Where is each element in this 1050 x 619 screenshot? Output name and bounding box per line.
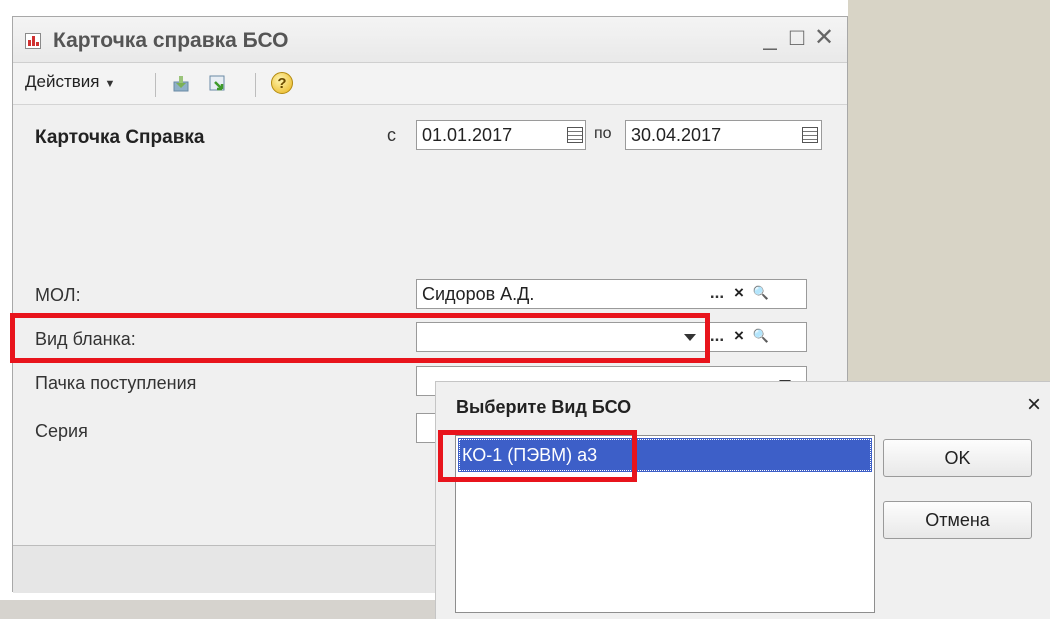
close-icon[interactable]: × (1027, 391, 1041, 419)
app-icon (25, 33, 41, 49)
to-label: по (594, 125, 612, 142)
cancel-button[interactable]: Отмена (883, 501, 1032, 539)
search-icon[interactable]: 🔍 (751, 323, 771, 351)
toolbar-separator (255, 73, 256, 97)
select-button[interactable]: ... (707, 323, 727, 351)
series-label: Серия (35, 421, 88, 441)
to-date-field[interactable]: 30.04.2017 (625, 120, 822, 150)
from-date-field[interactable]: 01.01.2017 (416, 120, 586, 150)
minimize-button[interactable]: _ (757, 25, 783, 51)
highlight-box (10, 313, 710, 363)
clear-icon[interactable]: × (729, 280, 749, 308)
move-up-icon[interactable] (207, 73, 229, 95)
mol-field[interactable]: Сидоров А.Д. ... × 🔍 (416, 279, 807, 309)
actions-label: Действия (25, 72, 100, 91)
help-icon[interactable]: ? (271, 72, 293, 94)
mol-value: Сидоров А.Д. (422, 284, 535, 304)
maximize-button[interactable]: □ (784, 25, 810, 51)
select-bso-dialog: Выберите Вид БСО × КО-1 (ПЭВМ) а3 OK Отм… (435, 381, 1050, 619)
calendar-icon[interactable] (567, 127, 583, 143)
from-date-value: 01.01.2017 (422, 125, 513, 145)
card-heading: Карточка Справка (35, 127, 205, 148)
move-down-icon[interactable] (171, 73, 193, 95)
dialog-title: Выберите Вид БСО (456, 397, 632, 417)
batch-label: Пачка поступления (35, 373, 197, 393)
calendar-icon[interactable] (802, 127, 818, 143)
to-date-value: 30.04.2017 (631, 125, 722, 145)
search-icon[interactable]: 🔍 (751, 280, 771, 308)
from-label: с (387, 125, 396, 145)
clear-icon[interactable]: × (729, 323, 749, 351)
toolbar-separator (155, 73, 156, 97)
actions-menu[interactable]: Действия ▼ (25, 72, 115, 92)
select-button[interactable]: ... (707, 280, 727, 308)
title-bar[interactable]: Карточка справка БСО _ □ ✕ (13, 17, 847, 63)
highlight-box (438, 430, 637, 482)
window-title: Карточка справка БСО (53, 29, 289, 52)
chevron-down-icon: ▼ (104, 78, 116, 90)
toolbar: Действия ▼ ? (13, 63, 847, 105)
ok-button[interactable]: OK (883, 439, 1032, 477)
mol-label: МОЛ: (35, 285, 81, 305)
close-button[interactable]: ✕ (811, 25, 837, 51)
